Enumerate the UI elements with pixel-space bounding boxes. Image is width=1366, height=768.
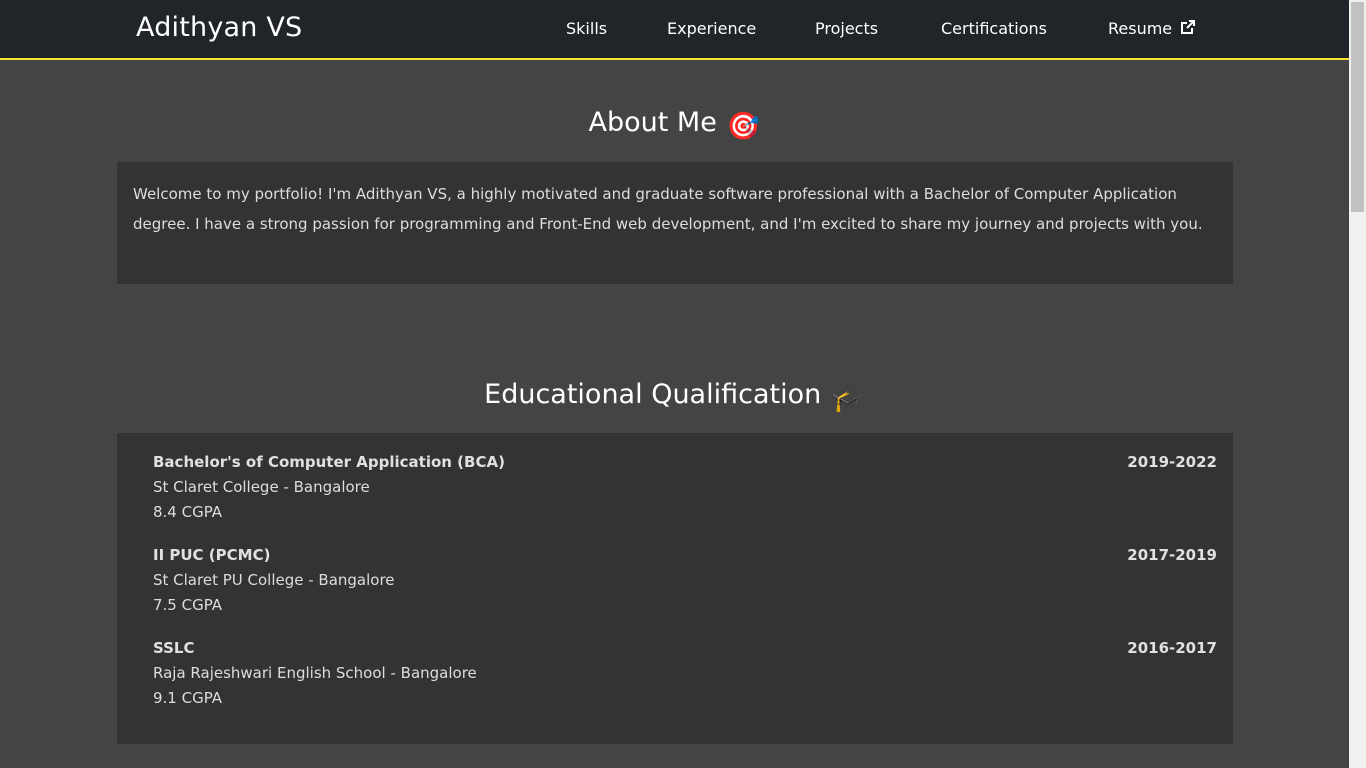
education-years: 2019-2022 xyxy=(1127,453,1217,471)
nav-link-projects[interactable]: Projects xyxy=(815,19,878,38)
education-years: 2016-2017 xyxy=(1127,639,1217,657)
education-years: 2017-2019 xyxy=(1127,546,1217,564)
education-degree: II PUC (PCMC) xyxy=(153,546,271,564)
education-school: Raja Rajeshwari English School - Bangalo… xyxy=(153,664,477,682)
education-item-bca: Bachelor's of Computer Application (BCA)… xyxy=(153,452,1217,523)
external-link-icon xyxy=(1181,20,1196,34)
page: Adithyan VS Skills Experience Projects C… xyxy=(0,0,1349,768)
education-school: St Claret College - Bangalore xyxy=(153,478,370,496)
vertical-scrollbar[interactable] xyxy=(1349,0,1366,768)
about-text: Welcome to my portfolio! I'm Adithyan VS… xyxy=(133,185,1203,233)
education-title: Educational Qualification 🎓 xyxy=(0,379,1349,414)
education-degree: SSLC xyxy=(153,639,195,657)
nav-link-experience[interactable]: Experience xyxy=(667,19,756,38)
education-title-text: Educational Qualification xyxy=(484,379,822,410)
scrollbar-thumb[interactable] xyxy=(1351,2,1364,212)
education-list: Bachelor's of Computer Application (BCA)… xyxy=(117,433,1233,744)
nav-links: Skills Experience Projects Certification… xyxy=(0,0,1349,58)
education-school: St Claret PU College - Bangalore xyxy=(153,571,395,589)
about-text-box: Welcome to my portfolio! I'm Adithyan VS… xyxy=(117,162,1233,284)
graduation-cap-icon: 🎓 xyxy=(831,383,865,414)
about-title: About Me 🎯 xyxy=(0,107,1349,142)
education-gpa: 9.1 CGPA xyxy=(153,689,223,707)
navbar: Adithyan VS Skills Experience Projects C… xyxy=(0,0,1349,60)
education-item-sslc: SSLC 2016-2017 Raja Rajeshwari English S… xyxy=(153,638,1217,709)
education-item-puc: II PUC (PCMC) 2017-2019 St Claret PU Col… xyxy=(153,545,1217,616)
about-title-text: About Me xyxy=(588,107,717,138)
resume-label: Resume xyxy=(1108,19,1173,38)
nav-link-certifications[interactable]: Certifications xyxy=(941,19,1047,38)
nav-link-skills[interactable]: Skills xyxy=(566,19,607,38)
education-degree: Bachelor's of Computer Application (BCA) xyxy=(153,453,505,471)
education-gpa: 8.4 CGPA xyxy=(153,503,223,521)
nav-link-resume[interactable]: Resume xyxy=(1108,19,1196,38)
target-icon: 🎯 xyxy=(726,111,761,142)
education-gpa: 7.5 CGPA xyxy=(153,596,223,614)
